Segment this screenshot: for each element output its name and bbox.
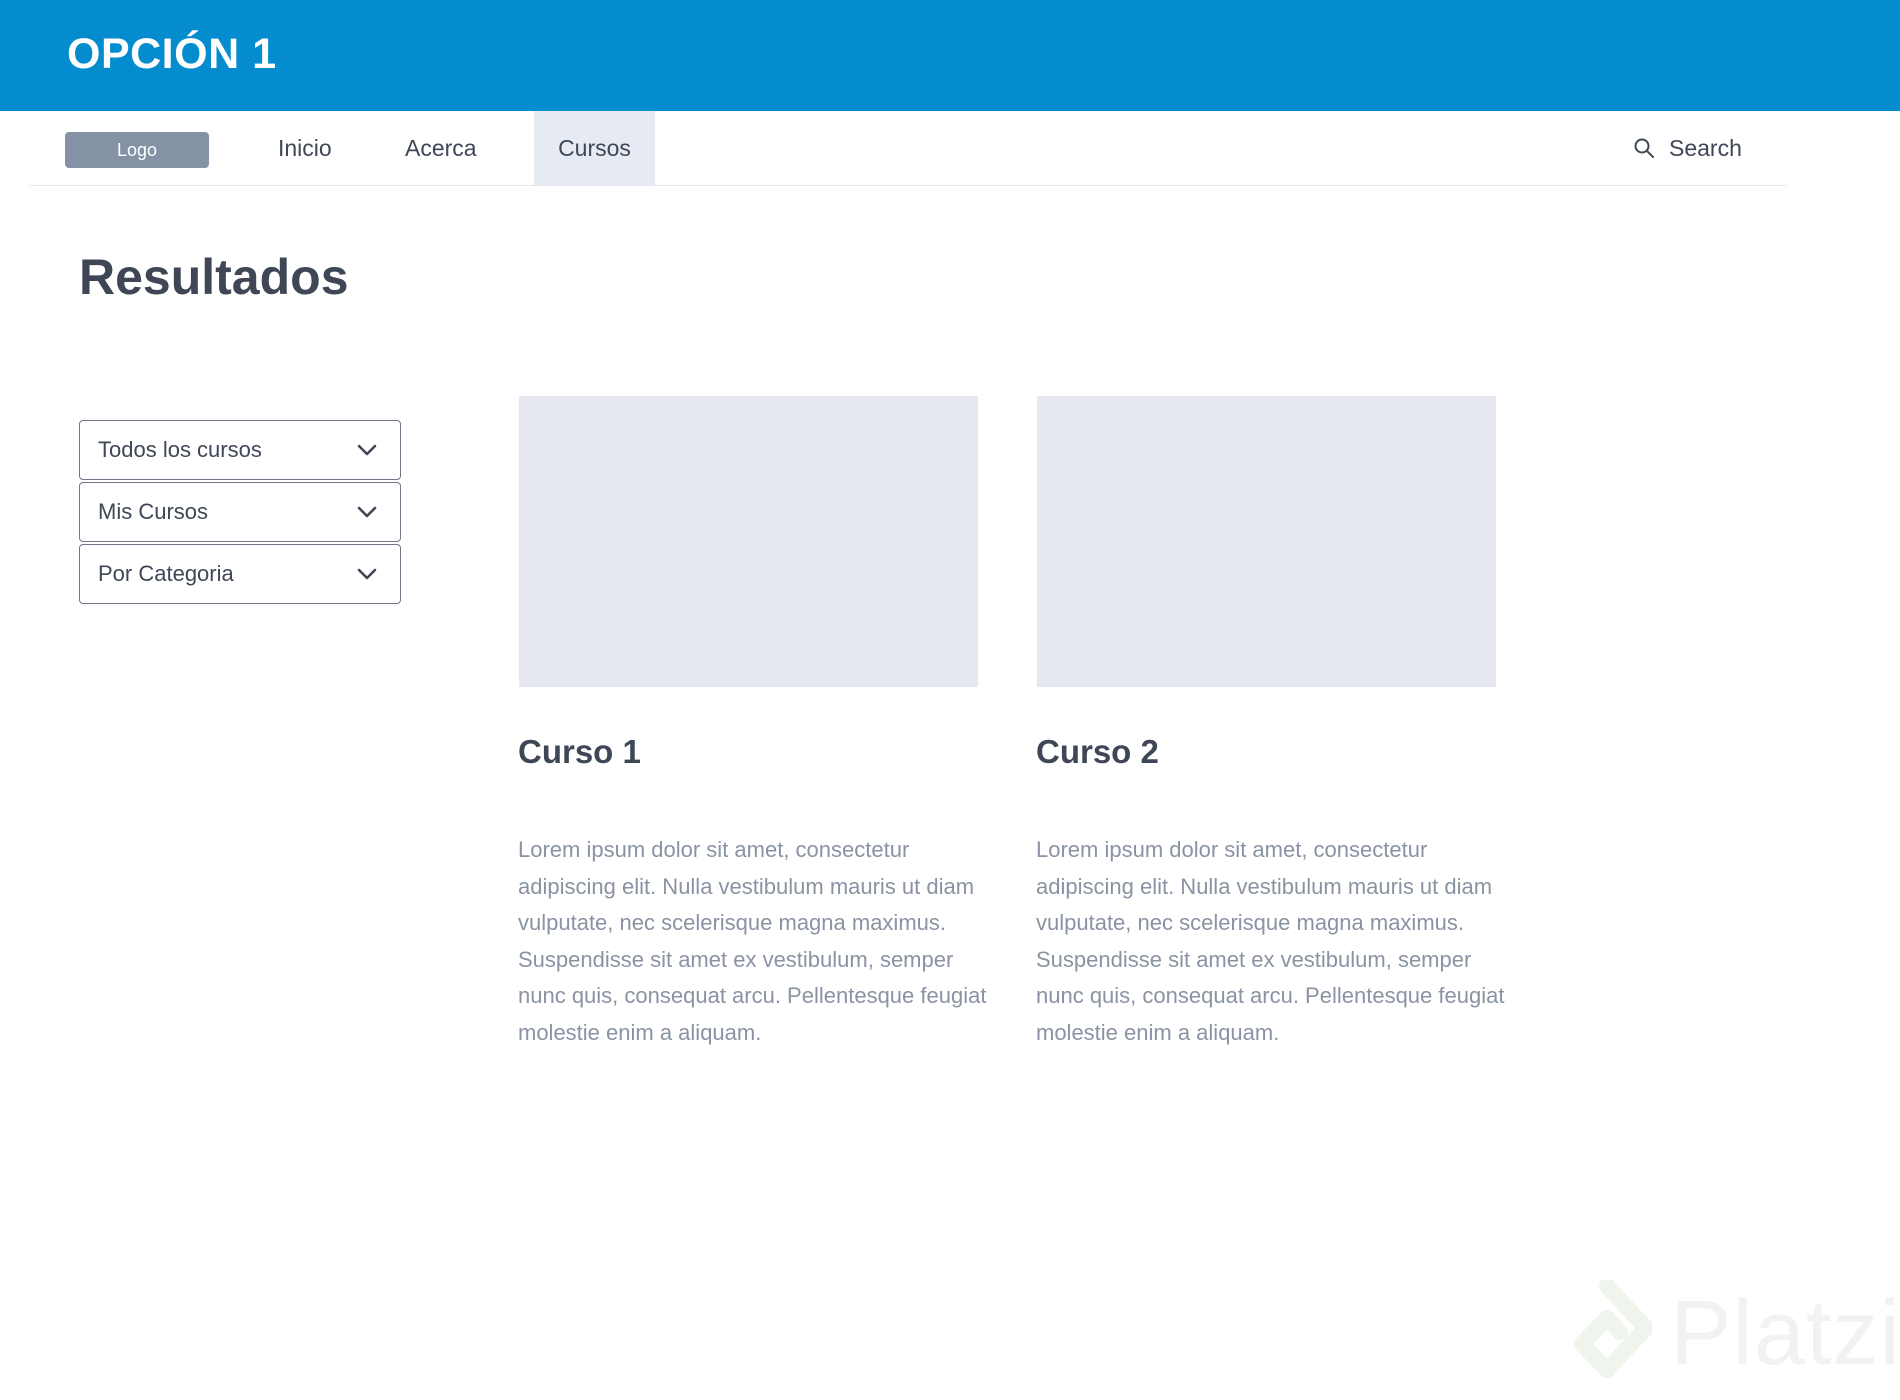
course-image-placeholder[interactable] xyxy=(519,396,978,687)
filter-label: Por Categoria xyxy=(98,561,234,586)
page: OPCIÓN 1 Logo Inicio Acerca Cursos Searc… xyxy=(0,0,1900,1400)
nav-link-inicio[interactable]: Inicio xyxy=(278,111,332,185)
page-title: Resultados xyxy=(79,249,349,305)
banner-title: OPCIÓN 1 xyxy=(67,30,277,78)
search-label: Search xyxy=(1669,134,1742,161)
course-title[interactable]: Curso 1 xyxy=(518,733,641,771)
nav-link-acerca[interactable]: Acerca xyxy=(405,111,477,185)
course-description: Lorem ipsum dolor sit amet, consectetur … xyxy=(1036,837,1505,1045)
filter-label: Todos los cursos xyxy=(98,437,262,462)
filter-dropdown-por-categoria[interactable]: Por Categoria xyxy=(79,544,401,604)
chevron-down-icon xyxy=(357,506,377,518)
course-title[interactable]: Curso 2 xyxy=(1036,733,1159,771)
chevron-down-icon xyxy=(357,568,377,580)
filter-label: Mis Cursos xyxy=(98,499,209,524)
course-image-placeholder[interactable] xyxy=(1037,396,1496,687)
logo[interactable]: Logo xyxy=(65,132,209,168)
navbar: Logo Inicio Acerca Cursos Search xyxy=(30,111,1786,186)
watermark-brand: Platzi xyxy=(1670,1281,1900,1384)
course-description: Lorem ipsum dolor sit amet, consectetur … xyxy=(518,837,987,1045)
filter-dropdown-mis-cursos[interactable]: Mis Cursos xyxy=(79,482,401,542)
platzi-watermark: Platzi xyxy=(1562,1280,1900,1386)
search-icon xyxy=(1634,138,1654,158)
nav-link-cursos[interactable]: Cursos xyxy=(534,111,655,185)
chevron-down-icon xyxy=(357,444,377,456)
platzi-logo-icon xyxy=(1574,1280,1652,1378)
search-box[interactable]: Search xyxy=(1633,111,1742,185)
filter-dropdown-todos-los-cursos[interactable]: Todos los cursos xyxy=(79,420,401,480)
top-banner: OPCIÓN 1 xyxy=(0,0,1900,111)
